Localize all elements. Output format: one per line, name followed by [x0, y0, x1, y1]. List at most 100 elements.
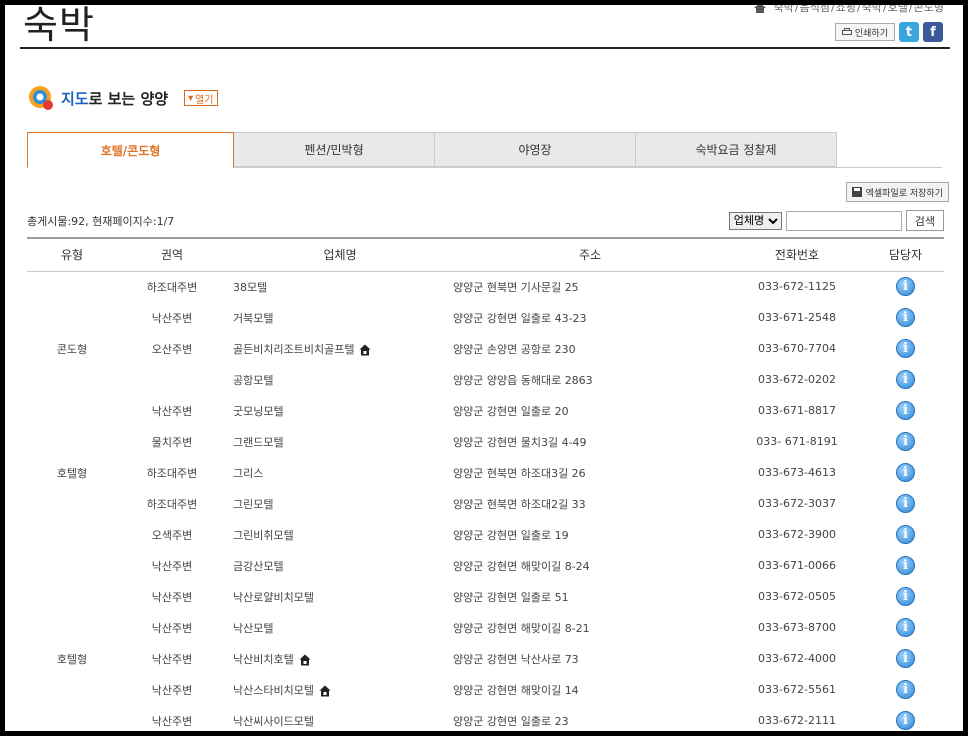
business-name-link[interactable]: 금강산모텔 — [233, 560, 284, 573]
business-name-link[interactable]: 그리스 — [233, 467, 263, 480]
cell-type: 호텔형 — [56, 652, 88, 666]
info-icon[interactable]: i — [896, 618, 915, 637]
home-icon[interactable] — [754, 5, 767, 13]
business-name-link[interactable]: 낙산모텔 — [233, 622, 273, 635]
cell-area: 낙산주변 — [151, 590, 193, 604]
tab-0[interactable]: 호텔/콘도형 — [27, 132, 234, 168]
cell-manager: i — [867, 674, 944, 705]
info-icon[interactable]: i — [896, 277, 915, 297]
business-name-link[interactable]: 거북모텔 — [233, 312, 273, 325]
cell-phone: 033-670-7704 — [758, 342, 836, 355]
business-name-link[interactable]: 낙산로얄비치모텔 — [233, 591, 314, 604]
cell-area: 하조대주변 — [146, 497, 198, 511]
breadcrumb-item[interactable]: 숙박 — [774, 5, 794, 14]
info-icon[interactable]: i — [896, 339, 915, 358]
cell-name: 낙산비치호텔 — [227, 643, 447, 674]
cell-name: 그린모텔 — [227, 488, 447, 519]
business-name-link[interactable]: 그린모텔 — [233, 498, 273, 511]
business-name-link[interactable]: 공항모텔 — [233, 374, 273, 387]
cell-manager: i — [867, 395, 944, 426]
cell-area: 낙산주변 — [151, 404, 193, 418]
business-name-link[interactable]: 낙산스타비치모텔 — [233, 684, 314, 697]
header-manager: 담당자 — [867, 237, 944, 272]
map-title: 지도로 보는 양양 — [61, 89, 169, 108]
info-icon[interactable]: i — [896, 587, 915, 606]
cell-area — [117, 364, 227, 395]
business-name-link[interactable]: 그랜드모텔 — [233, 436, 284, 449]
info-icon[interactable]: i — [896, 556, 915, 575]
map-open-button[interactable]: ▾ 열기 — [184, 90, 218, 106]
cell-type — [27, 519, 117, 550]
cell-manager: i — [867, 705, 944, 731]
cell-address: 양양군 강현면 일출로 20 — [453, 404, 569, 418]
breadcrumb-separator: / — [908, 5, 913, 14]
table-row: 오색주변 그린비취모텔 양양군 강현면 일출로 19 033-672-3900 i — [27, 519, 944, 550]
cell-type — [27, 426, 117, 457]
business-name-link[interactable]: 낙산씨사이드모텔 — [233, 715, 314, 728]
table-row: 낙산주변 금강산모텔 양양군 강현면 해맞이길 8-24 033-671-0066 i — [27, 550, 944, 581]
cell-phone: 033-672-4000 — [758, 652, 836, 665]
cell-name: 굿모닝모텔 — [227, 395, 447, 426]
cell-area: 낙산주변 — [151, 683, 193, 697]
print-button[interactable]: 인쇄하기 — [834, 23, 895, 41]
table-row: 호텔형 낙산주변 낙산비치호텔 양양군 강현면 낙산사로 73 033-672-4000… — [27, 643, 944, 674]
business-name-link[interactable]: 골든비치리조트비치골프텔 — [233, 343, 354, 356]
breadcrumb-item[interactable]: 쇼핑 — [836, 5, 856, 14]
search-input[interactable] — [785, 210, 902, 231]
cell-manager: i — [867, 488, 944, 519]
breadcrumb-item[interactable]: 음식점 — [800, 5, 830, 14]
cell-area: 낙산주변 — [151, 621, 193, 635]
cell-type — [27, 364, 117, 395]
info-icon[interactable]: i — [896, 308, 915, 327]
excel-save-button[interactable]: 엑셀파일로 저장하기 — [845, 182, 949, 202]
business-name-link[interactable]: 그린비취모텔 — [233, 529, 294, 542]
breadcrumb-separator: / — [882, 5, 887, 14]
search-button[interactable]: 검색 — [905, 210, 944, 231]
tab-3[interactable]: 숙박요금 정찰제 — [636, 132, 837, 167]
info-icon[interactable]: i — [896, 525, 915, 544]
info-icon[interactable]: i — [896, 463, 915, 482]
cell-address: 양양군 양양읍 동해대로 2863 — [453, 373, 593, 387]
cell-type: 호텔형 — [56, 466, 88, 480]
business-name-link[interactable]: 굿모닝모텔 — [233, 405, 284, 418]
breadcrumb-item[interactable]: 숙박 — [862, 5, 882, 14]
search-field-select[interactable]: 업체명 — [728, 211, 782, 230]
table-row: 낙산주변 낙산로얄비치모텔 양양군 강현면 일출로 51 033-672-0505 i — [27, 581, 944, 612]
info-icon[interactable]: i — [896, 649, 915, 668]
cell-address: 양양군 현북면 하조대3길 26 — [453, 466, 586, 480]
cell-name: 낙산로얄비치모텔 — [227, 581, 447, 612]
breadcrumb-separator: / — [831, 5, 835, 14]
cell-type — [27, 612, 117, 643]
cell-phone: 033- 671-8191 — [756, 435, 838, 448]
table-row: 호텔형 하조대주변 그리스 양양군 현북면 하조대3길 26 033-673-4613 i — [27, 457, 944, 488]
breadcrumb-item[interactable]: 콘도형 — [914, 5, 944, 14]
twitter-icon[interactable]: t — [899, 22, 919, 42]
info-icon[interactable]: i — [896, 370, 915, 389]
table-row: 콘도형 오산주변 골든비치리조트비치골프텔 양양군 손양면 공항로 230 033-67… — [27, 333, 944, 364]
facebook-icon[interactable]: f — [923, 22, 943, 42]
info-icon[interactable]: i — [896, 680, 915, 699]
table-row: 공항모텔 양양군 양양읍 동해대로 2863 033-672-0202 i — [27, 364, 944, 395]
table-row: 낙산주변 낙산스타비치모텔 양양군 강현면 해맞이길 14 033-672-5561 i — [27, 674, 944, 705]
cell-name: 낙산모텔 — [227, 612, 447, 643]
cell-address: 양양군 강현면 해맞이길 14 — [453, 683, 579, 697]
cell-name: 38모텔 — [227, 271, 447, 302]
header-area: 권역 — [117, 237, 227, 272]
business-name-link[interactable]: 낙산비치호텔 — [233, 653, 294, 666]
tab-1[interactable]: 펜션/민박형 — [234, 132, 435, 167]
cell-phone: 033-672-3037 — [758, 497, 836, 510]
info-icon[interactable]: i — [896, 401, 915, 420]
cell-name: 공항모텔 — [227, 364, 447, 395]
info-icon[interactable]: i — [896, 494, 915, 513]
print-label: 인쇄하기 — [854, 28, 888, 39]
tab-2[interactable]: 야영장 — [435, 132, 636, 167]
cell-manager: i — [867, 271, 944, 302]
business-name-link[interactable]: 38모텔 — [233, 281, 267, 294]
map-logo-icon — [29, 86, 53, 110]
cell-phone: 033-673-8700 — [758, 621, 836, 634]
info-icon[interactable]: i — [896, 711, 915, 730]
cell-address: 양양군 강현면 일출로 43-23 — [453, 311, 587, 325]
breadcrumb-item[interactable]: 호텔 — [888, 5, 908, 14]
cell-type — [27, 581, 117, 612]
info-icon[interactable]: i — [896, 432, 915, 451]
